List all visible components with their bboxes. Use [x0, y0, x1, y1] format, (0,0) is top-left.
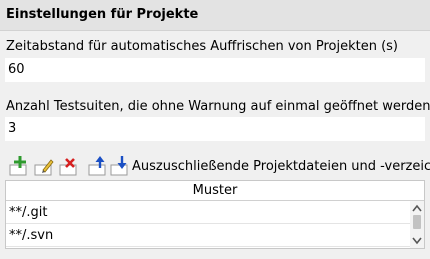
column-header-pattern[interactable]: Muster [6, 181, 424, 201]
scrollbar-thumb[interactable] [413, 215, 421, 229]
move-down-icon [110, 156, 128, 176]
exclusions-label: Auszuschließende Projektdateien und -ver… [132, 159, 430, 174]
scroll-up-icon[interactable] [412, 204, 422, 212]
add-icon [9, 156, 27, 176]
delete-icon [59, 158, 77, 176]
scroll-down-icon[interactable] [412, 237, 422, 245]
move-up-icon [88, 156, 106, 176]
vertical-scrollbar[interactable] [410, 201, 424, 248]
testsuite-count-input[interactable] [5, 117, 425, 141]
add-button[interactable] [8, 154, 30, 176]
refresh-interval-input[interactable] [5, 58, 425, 82]
refresh-interval-label: Zeitabstand für automatisches Auffrische… [6, 39, 398, 54]
move-up-button[interactable] [87, 154, 109, 176]
exclusions-table: Muster **/.git **/.svn [5, 180, 425, 249]
move-down-button[interactable] [109, 154, 131, 176]
edit-button[interactable] [33, 154, 55, 176]
table-row[interactable]: **/.git [6, 201, 410, 224]
section-title: Einstellungen für Projekte [6, 7, 199, 22]
edit-icon [34, 159, 54, 176]
table-row[interactable]: **/.svn [6, 224, 410, 247]
delete-button[interactable] [58, 154, 80, 176]
section-header: Einstellungen für Projekte [0, 0, 430, 31]
testsuite-count-label: Anzahl Testsuiten, die ohne Warnung auf … [6, 99, 430, 114]
